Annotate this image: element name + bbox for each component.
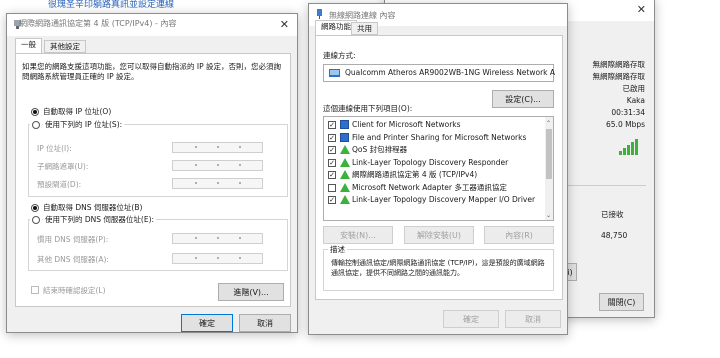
alternate-dns-label: 其他 DNS 伺服器(A): <box>37 255 109 264</box>
ipv4-properties-window: 網際網路通訊協定第 4 版 (TCP/IPv4) - 內容 ✕ 一般 其他設定 … <box>6 13 298 333</box>
uninstall-button[interactable]: 解除安裝(U) <box>404 226 474 244</box>
auto-dns-label[interactable]: 自動取得 DNS 伺服器位址(B) <box>43 202 142 213</box>
tab-alternate[interactable]: 其他設定 <box>44 40 86 53</box>
protocol-icon <box>340 157 350 167</box>
component-label: Link-Layer Topology Discovery Responder <box>352 157 509 167</box>
component-checkbox[interactable]: ✓ <box>328 196 336 204</box>
advanced-button[interactable]: 進階(V)... <box>218 283 284 301</box>
manual-ip-label[interactable]: 使用下列的 IP 位址(S): <box>43 119 125 130</box>
connect-using-label: 連線方式: <box>323 51 356 60</box>
subnet-mask-label: 子網路遮罩(U): <box>37 162 89 171</box>
wifi-properties-window: 無線網路連線 內容 網路功能 共用 連線方式: Qualcomm Atheros… <box>308 3 568 335</box>
component-label: File and Printer Sharing for Microsoft N… <box>352 132 527 142</box>
component-checkbox[interactable] <box>328 183 336 192</box>
list-scrollbar[interactable]: ⌃ ⌄ <box>545 117 553 220</box>
network-client-icon <box>340 120 349 129</box>
signal-icon <box>619 139 641 155</box>
properties-button[interactable]: 內容(R) <box>484 226 554 244</box>
received-label: 已接收 <box>601 210 624 219</box>
manual-ip-group: 使用下列的 IP 位址(S): IP 位址(I): 子網路遮罩(U): 預設閘道… <box>28 119 288 197</box>
close-button[interactable]: 關閉(C) <box>599 293 644 311</box>
ok-button[interactable]: 確定 <box>443 310 499 328</box>
duration: 00:31:34 <box>611 108 645 117</box>
auto-dns-radio[interactable] <box>31 204 39 212</box>
subnet-mask-field[interactable] <box>172 160 263 171</box>
adapter-icon <box>329 69 340 77</box>
tab-general[interactable]: 一般 <box>15 38 42 54</box>
tab-panel: 如果您的網路支援這項功能，您可以取得自動指派的 IP 設定，否則，您必須詢問網路… <box>15 53 291 307</box>
window-title: 網際網路通訊協定第 4 版 (TCP/IPv4) - 內容 <box>19 19 177 28</box>
component-label: QoS 封包排程器 <box>352 145 408 154</box>
title-bar: 網際網路通訊協定第 4 版 (TCP/IPv4) - 內容 ✕ <box>7 14 297 36</box>
intro-text: 如果您的網路支援這項功能，您可以取得自動指派的 IP 設定，否則，您必須詢問網路… <box>22 62 282 81</box>
components-list: ✓ Client for Microsoft Networks ✓ File and … <box>323 116 554 221</box>
manual-dns-group: 使用下列的 DNS 伺服器位址(E): 慣用 DNS 伺服器(P): 其他 DN… <box>28 214 288 271</box>
speed: 65.0 Mbps <box>606 120 645 129</box>
media-state: 已啟用 <box>622 84 646 93</box>
gateway-label: 預設閘道(D): <box>37 180 82 189</box>
ok-button[interactable]: 確定 <box>181 314 233 332</box>
component-checkbox[interactable]: ✓ <box>328 146 336 154</box>
component-label: Client for Microsoft Networks <box>352 120 461 129</box>
ip-address-field[interactable] <box>172 142 263 153</box>
close-icon[interactable]: ✕ <box>280 18 289 31</box>
gateway-field[interactable] <box>172 178 263 189</box>
auto-ip-radio[interactable] <box>31 108 39 116</box>
uses-items-label: 這個連線使用下列項目(O): <box>323 104 413 113</box>
cancel-button[interactable]: 取消 <box>239 314 291 332</box>
component-checkbox[interactable]: ✓ <box>328 171 336 179</box>
component-checkbox[interactable]: ✓ <box>328 158 336 167</box>
ip-address-label: IP 位址(I): <box>37 144 72 153</box>
description-title: 描述 <box>328 244 347 255</box>
cancel-button[interactable]: 取消 <box>505 310 561 328</box>
protocol-icon <box>340 145 350 154</box>
component-checkbox[interactable]: ✓ <box>328 133 336 142</box>
adapter-box: Qualcomm Atheros AR9002WB-1NG Wireless N… <box>323 64 556 82</box>
manual-ip-radio[interactable] <box>32 121 40 129</box>
component-label: Link-Layer Topology Discovery Mapper I/O… <box>352 195 536 204</box>
ipv4-connectivity: 無網際網路存取 <box>592 60 646 69</box>
ipv6-connectivity: 無網際網路存取 <box>592 72 646 81</box>
validate-checkbox[interactable] <box>31 286 39 294</box>
tab-sharing[interactable]: 共用 <box>351 22 378 35</box>
description-text: 傳輸控制通訊協定/網際網路通訊協定 (TCP/IP)，這是預設的廣域網路通訊協定… <box>331 259 545 277</box>
received-value: 48,750 <box>601 231 628 240</box>
protocol-icon <box>340 195 350 204</box>
background-text: 很瑰圣辛印躺路真訊並設定連線 <box>48 0 175 10</box>
tab-panel: 連線方式: Qualcomm Atheros AR9002WB-1NG Wire… <box>315 35 563 300</box>
adapter-name: Qualcomm Atheros AR9002WB-1NG Wireless N… <box>345 68 556 77</box>
network-client-icon <box>340 132 349 142</box>
description-group: 描述 傳輸控制通訊協定/網際網路通訊協定 (TCP/IP)，這是預設的廣域網路通… <box>323 244 554 291</box>
preferred-dns-field[interactable] <box>172 233 263 244</box>
protocol-icon <box>340 170 350 179</box>
close-icon[interactable]: ✕ <box>637 3 646 16</box>
component-label: Microsoft Network Adapter 多工器通訊協定 <box>352 182 507 192</box>
configure-button[interactable]: 設定(C)... <box>492 90 554 108</box>
validate-label[interactable]: 結束時確認設定(L) <box>43 285 106 296</box>
manual-dns-radio[interactable] <box>32 216 40 224</box>
manual-dns-label[interactable]: 使用下列的 DNS 伺服器位址(E): <box>43 214 157 225</box>
preferred-dns-label: 慣用 DNS 伺服器(P): <box>37 235 109 244</box>
auto-ip-label[interactable]: 自動取得 IP 位址(O) <box>43 106 111 117</box>
network-icon <box>317 9 322 19</box>
protocol-icon <box>340 182 350 192</box>
alternate-dns-field[interactable] <box>172 253 263 264</box>
component-checkbox[interactable]: ✓ <box>328 121 336 129</box>
install-button[interactable]: 安裝(N)... <box>323 226 393 244</box>
component-label: 網際網路通訊協定第 4 版 (TCP/IPv4) <box>352 170 478 179</box>
ssid: Kaka <box>626 96 645 105</box>
